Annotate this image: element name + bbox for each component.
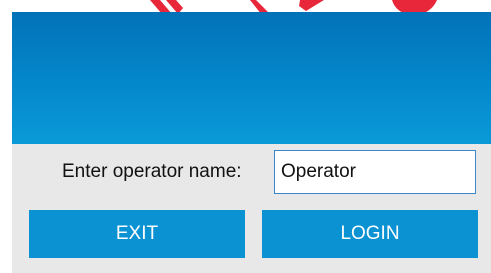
login-window: Enter operator name: EXIT LOGIN	[0, 0, 491, 273]
operator-name-label: Enter operator name:	[62, 161, 242, 182]
exit-button[interactable]: EXIT	[29, 210, 245, 258]
login-button[interactable]: LOGIN	[262, 210, 478, 258]
login-panel: Enter operator name: EXIT LOGIN	[12, 12, 491, 273]
header-banner	[12, 12, 491, 144]
operator-name-input[interactable]	[274, 150, 476, 194]
